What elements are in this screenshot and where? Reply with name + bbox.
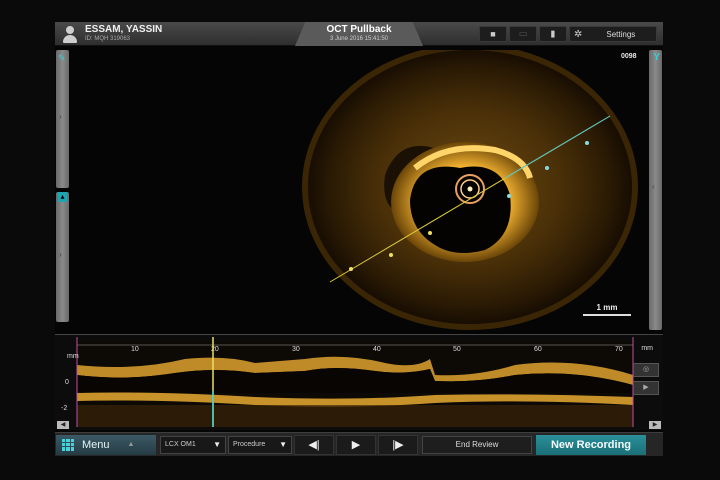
- gear-icon: ✲: [574, 28, 583, 40]
- axis-unit-right: mm: [641, 345, 653, 352]
- tick-60: 60: [534, 346, 542, 353]
- scroll-right-icon[interactable]: ▶: [649, 421, 661, 429]
- new-recording-button[interactable]: New Recording: [536, 434, 646, 455]
- tick-50: 50: [453, 346, 461, 353]
- procedure-value: Procedure: [233, 441, 266, 448]
- step-back-button[interactable]: ◀|: [294, 434, 334, 455]
- menu-label: Menu: [82, 438, 110, 451]
- y-axis-minus-two: -2: [61, 405, 68, 412]
- oct-cross-section-image[interactable]: [75, 50, 645, 330]
- bottom-toolbar: Menu ▲ LCX OM1 ▼ Procedure ▼ ◀| ▶ |▶ End…: [55, 432, 663, 456]
- end-review-button[interactable]: End Review: [422, 435, 532, 454]
- snapshot-button[interactable]: ■: [479, 26, 507, 42]
- chevron-down-icon: ▼: [213, 440, 221, 449]
- patient-name: ESSAM, YASSIN: [85, 24, 163, 35]
- left-tool-rail-top[interactable]: ✎ ›: [56, 50, 69, 188]
- scale-label: 1 mm: [596, 303, 618, 312]
- play-button[interactable]: ▶: [336, 434, 376, 455]
- procedure-dropdown[interactable]: Procedure ▼: [228, 435, 292, 454]
- longitudinal-image[interactable]: 10 20 30 40 50 60 70: [55, 335, 663, 431]
- frame-marker-icon[interactable]: ▴: [58, 192, 67, 202]
- camera-icon: ■: [490, 29, 496, 39]
- chevron-left-icon: ‹: [652, 182, 655, 191]
- play-icon: ▶: [351, 438, 361, 451]
- settings-label: Settings: [606, 29, 636, 39]
- step-back-icon: ◀|: [308, 438, 320, 451]
- header-bar: ESSAM, YASSIN ID: MQH 319063 OCT Pullbac…: [55, 22, 663, 46]
- menu-button[interactable]: Menu ▲: [56, 434, 156, 455]
- header-toolbar: ■ ▭ ▮ ✲ Settings: [479, 26, 657, 42]
- zoom-lumen-button[interactable]: ◎: [633, 363, 659, 377]
- patient-avatar-icon: [61, 25, 79, 43]
- scroll-left-icon[interactable]: ◀: [57, 421, 69, 429]
- chevron-right-icon: ›: [59, 112, 62, 121]
- oct-application-window: ESSAM, YASSIN ID: MQH 319063 OCT Pullbac…: [55, 22, 663, 456]
- vessel-value: LCX OM1: [165, 441, 196, 448]
- step-forward-button[interactable]: |▶: [378, 434, 418, 455]
- scale-line: [583, 314, 631, 316]
- page-title: OCT Pullback: [326, 24, 392, 35]
- stent-tool-icon[interactable]: Y: [653, 52, 660, 63]
- pen-icon[interactable]: ✎: [58, 53, 67, 63]
- chevron-right-icon: ›: [59, 250, 62, 259]
- bookmark-button[interactable]: ▮: [539, 26, 567, 42]
- chevron-up-icon: ▲: [127, 441, 135, 448]
- chevron-down-icon: ▼: [279, 440, 287, 449]
- longitudinal-view[interactable]: 10 20 30 40 50 60 70 mm mm 0 -2 ◎ ▶ ◀ ▶: [55, 334, 663, 430]
- play-icon: ▶: [643, 384, 649, 391]
- frame-number: 0098: [621, 53, 637, 60]
- tick-40: 40: [373, 346, 381, 353]
- tick-30: 30: [292, 346, 300, 353]
- step-forward-icon: |▶: [392, 438, 404, 451]
- tick-10: 10: [131, 346, 139, 353]
- patient-info: ESSAM, YASSIN ID: MQH 319063: [61, 24, 162, 44]
- right-tool-rail[interactable]: Y ‹: [649, 50, 662, 330]
- title-tab: OCT Pullback 3 June 2016 15:41:50: [295, 22, 423, 46]
- settings-button[interactable]: ✲ Settings: [569, 26, 657, 42]
- scale-bar: 1 mm: [583, 303, 631, 316]
- lumen-icon: ◎: [642, 366, 650, 373]
- y-axis-zero: 0: [65, 379, 69, 386]
- acquisition-date: 3 June 2016 15:41:50: [329, 36, 389, 42]
- longitudinal-side-tools: ◎ ▶: [633, 363, 659, 399]
- ruler-icon: ▭: [518, 28, 528, 39]
- measure-button[interactable]: ▭: [509, 26, 537, 42]
- grid-menu-icon: [62, 438, 74, 451]
- play-segment-button[interactable]: ▶: [633, 381, 659, 395]
- tick-70: 70: [615, 346, 623, 353]
- vessel-dropdown[interactable]: LCX OM1 ▼: [160, 435, 226, 454]
- left-tool-rail-bottom[interactable]: ▴ ›: [56, 192, 69, 322]
- tick-20: 20: [211, 346, 219, 353]
- patient-id: ID: MQH 319063: [85, 36, 131, 42]
- bookmark-icon: ▮: [550, 28, 556, 39]
- axis-unit-left: mm: [67, 353, 79, 360]
